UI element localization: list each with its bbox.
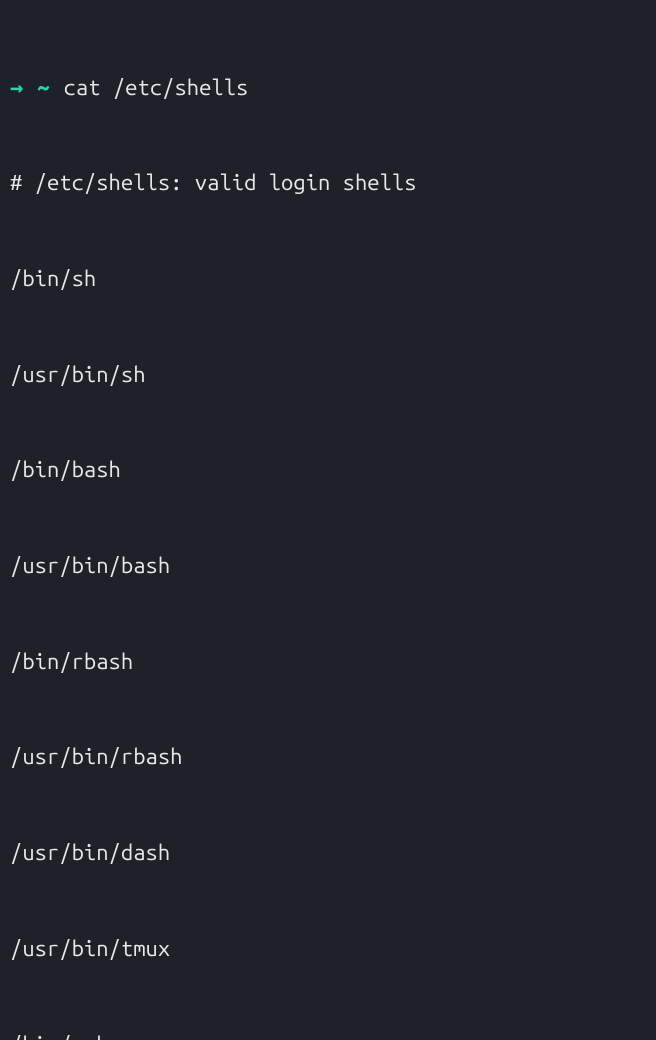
output-line: /usr/bin/rbash (10, 741, 646, 773)
prompt-arrow-icon: → (10, 72, 23, 104)
output-line: /bin/bash (10, 454, 646, 486)
output-line: /bin/sh (10, 263, 646, 295)
command-text: cat /etc/shells (64, 72, 249, 104)
terminal-window[interactable]: → ~ cat /etc/shells # /etc/shells: valid… (10, 8, 646, 1040)
output-line: /usr/bin/dash (10, 837, 646, 869)
prompt-line-1: → ~ cat /etc/shells (10, 72, 646, 104)
output-line: /bin/zsh (10, 1029, 646, 1040)
prompt-cwd: ~ (37, 72, 49, 104)
output-line: # /etc/shells: valid login shells (10, 167, 646, 199)
output-line: /bin/rbash (10, 646, 646, 678)
output-line: /usr/bin/sh (10, 359, 646, 391)
output-line: /usr/bin/bash (10, 550, 646, 582)
output-line: /usr/bin/tmux (10, 933, 646, 965)
